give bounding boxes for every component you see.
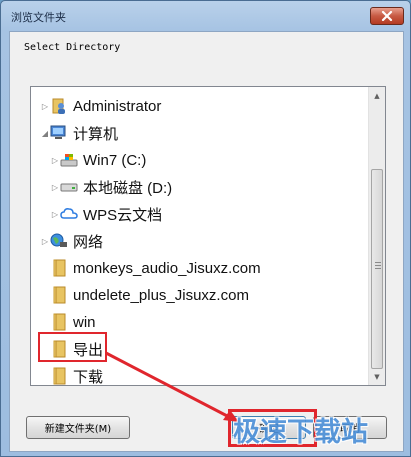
tree-item-label: 网络 xyxy=(73,233,104,251)
expanded-arrow-icon[interactable]: ◢ xyxy=(40,129,50,138)
tree-item-label: undelete_plus_Jisuxz.com xyxy=(73,286,249,304)
thumb-grip xyxy=(375,265,381,266)
watermark-logo: 极速下载站 xyxy=(233,417,368,448)
tree-item-label: Win7 (C:) xyxy=(83,151,147,169)
expand-arrow-icon[interactable]: ▷ xyxy=(40,102,50,111)
window-title: 浏览文件夹 xyxy=(11,11,66,24)
browse-folder-dialog: 浏览文件夹 Select Directory ▷ Administrator ◢ 计算… xyxy=(0,0,411,457)
network-icon xyxy=(50,232,68,250)
system-drive-icon xyxy=(60,151,78,169)
scroll-down-button[interactable]: ▼ xyxy=(369,368,385,385)
tree-item[interactable]: ▷ 网络 xyxy=(40,228,103,254)
thumb-grip xyxy=(375,268,381,269)
close-icon xyxy=(381,11,393,21)
prompt-text: Select Directory xyxy=(24,42,121,53)
tree-item-label: win xyxy=(73,313,96,331)
close-button[interactable] xyxy=(370,7,404,25)
drive-icon xyxy=(60,178,78,196)
tree-item-label: Administrator xyxy=(73,97,162,115)
tree-item[interactable]: undelete_plus_Jisuxz.com xyxy=(40,282,249,308)
expand-arrow-icon[interactable]: ▷ xyxy=(40,237,50,246)
user-folder-icon xyxy=(50,97,68,115)
folder-icon xyxy=(50,286,68,304)
computer-icon xyxy=(50,124,68,142)
tree-item[interactable]: ▷ Win7 (C:) xyxy=(50,147,146,173)
dialog-client-area: Select Directory ▷ Administrator ◢ 计算机 ▷ Win7… xyxy=(9,31,404,452)
folder-icon xyxy=(50,313,68,331)
tree-item-label: 本地磁盘 (D:) xyxy=(83,179,173,197)
new-folder-button[interactable]: 新建文件夹(M) xyxy=(26,416,130,439)
expand-arrow-icon[interactable]: ▷ xyxy=(50,210,60,219)
expand-arrow-icon[interactable]: ▷ xyxy=(50,156,60,165)
tree-item[interactable]: monkeys_audio_Jisuxz.com xyxy=(40,255,261,281)
folder-icon xyxy=(50,367,68,385)
thumb-grip xyxy=(375,262,381,263)
tree-item[interactable]: ▷ WPS云文档 xyxy=(50,201,162,227)
cloud-icon xyxy=(60,205,78,223)
tree-item[interactable]: ◢ 计算机 xyxy=(40,120,118,146)
tree-item[interactable]: ▷ 本地磁盘 (D:) xyxy=(50,174,172,200)
expand-arrow-icon[interactable]: ▷ xyxy=(50,183,60,192)
scroll-up-button[interactable]: ▲ xyxy=(369,87,385,104)
tree-item-label: WPS云文档 xyxy=(83,206,163,224)
selected-folder-annotation xyxy=(38,332,107,362)
tree-item[interactable]: 下载 xyxy=(40,363,104,386)
vertical-scrollbar[interactable]: ▲ ▼ xyxy=(368,87,385,385)
folder-icon xyxy=(50,259,68,277)
tree-item-label: 下载 xyxy=(73,368,104,386)
scroll-thumb[interactable] xyxy=(371,169,383,369)
tree-item[interactable]: ▷ Administrator xyxy=(40,93,161,119)
tree-item-label: 计算机 xyxy=(73,125,119,143)
tree-item-label: monkeys_audio_Jisuxz.com xyxy=(73,259,261,277)
